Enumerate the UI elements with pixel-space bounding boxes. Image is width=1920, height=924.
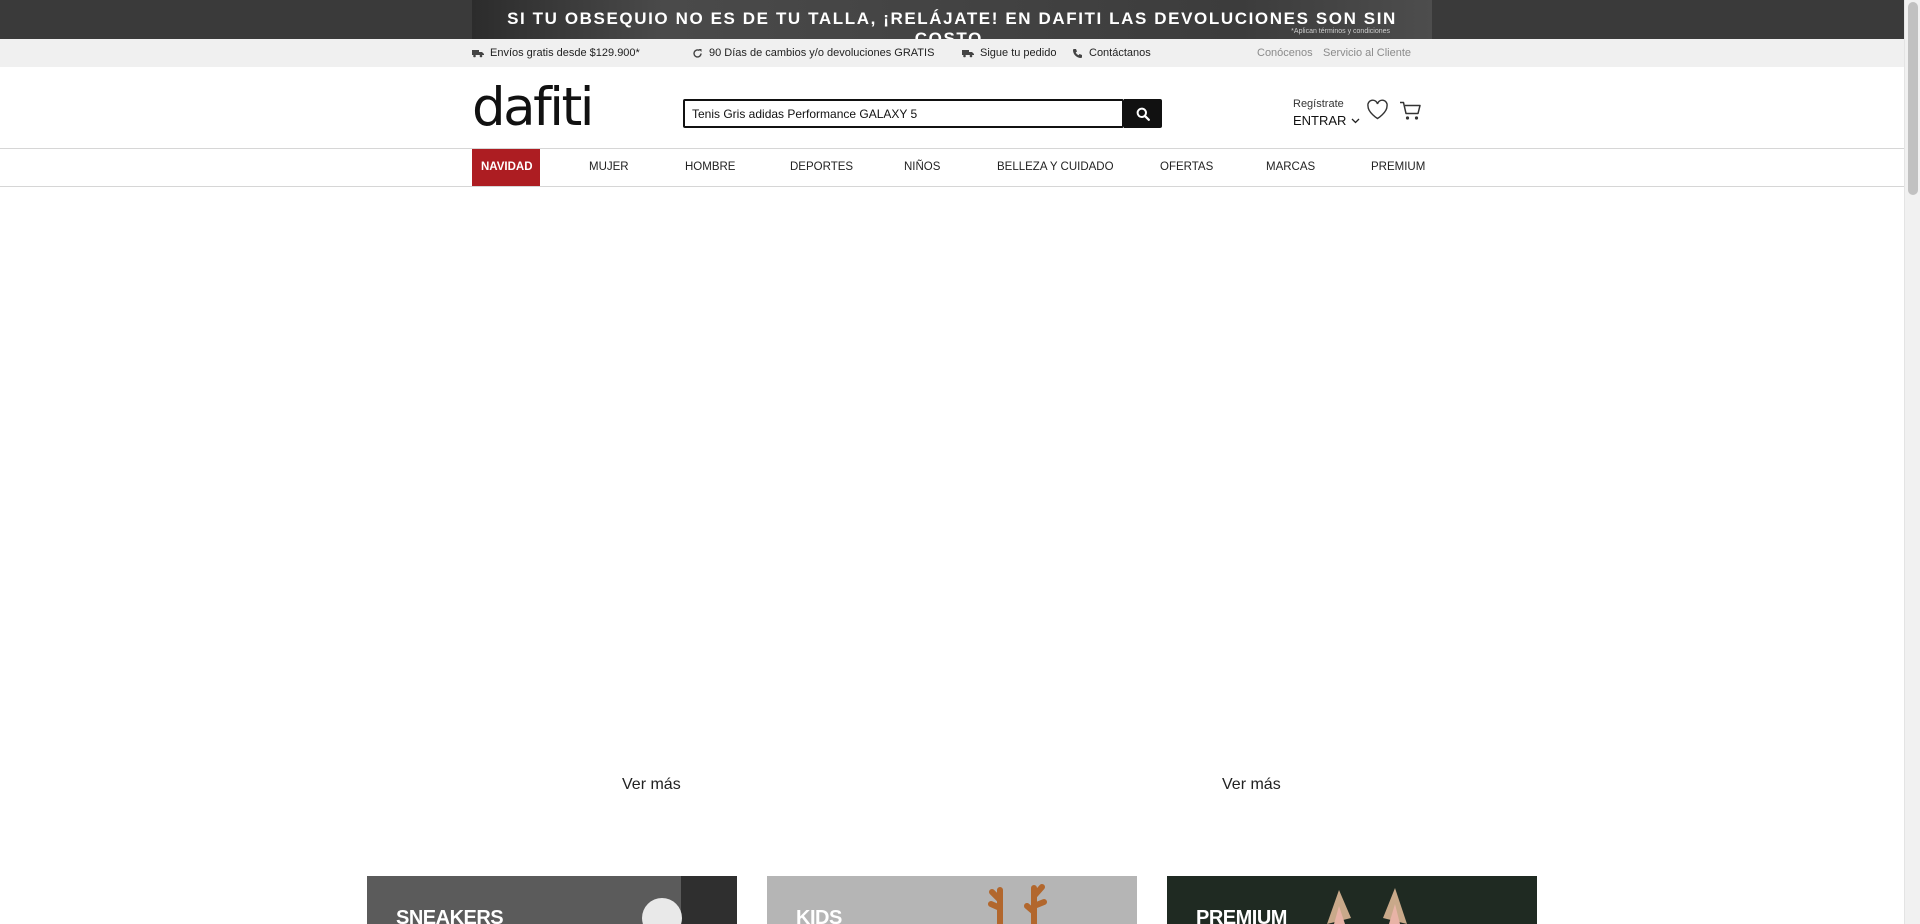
truck-icon bbox=[472, 49, 484, 57]
contact-text: Contáctanos bbox=[1089, 47, 1151, 59]
contact-link[interactable]: Contáctanos bbox=[1072, 47, 1151, 59]
nav-mujer[interactable]: MUJER bbox=[589, 149, 629, 186]
login-dropdown[interactable]: ENTRAR bbox=[1293, 113, 1360, 128]
promo-subtext: *Aplican términos y condiciones bbox=[1291, 28, 1390, 35]
ver-mas-link-left[interactable]: Ver más bbox=[622, 776, 681, 794]
nav-hombre[interactable]: HOMBRE bbox=[685, 149, 735, 186]
dafiti-logo[interactable]: dafiti bbox=[472, 81, 595, 134]
search-button[interactable] bbox=[1124, 99, 1162, 128]
about-link[interactable]: Conócenos bbox=[1257, 47, 1313, 59]
page-scrollbar[interactable] bbox=[1904, 0, 1920, 924]
login-label: ENTRAR bbox=[1293, 113, 1347, 128]
tile-label-sneakers: SNEAKERS bbox=[396, 907, 504, 924]
search-box bbox=[683, 99, 1124, 128]
nav-marcas[interactable]: MARCAS bbox=[1266, 149, 1315, 186]
site-header: dafiti Regístrate ENTRAR bbox=[0, 67, 1904, 149]
main-nav: NAVIDAD MUJER HOMBRE DEPORTES NIÑOS BELL… bbox=[0, 149, 1904, 187]
chevron-down-icon bbox=[1351, 118, 1360, 123]
promo-banner[interactable]: SI TU OBSEQUIO NO ES DE TU TALLA, ¡RELÁJ… bbox=[0, 0, 1904, 39]
tile-label-premium: PREMIUM bbox=[1196, 907, 1287, 924]
tracking-link[interactable]: Sigue tu pedido bbox=[962, 47, 1056, 59]
customer-service-link[interactable]: Servicio al Cliente bbox=[1323, 47, 1411, 59]
returns-text: 90 Días de cambios y/o devoluciones GRAT… bbox=[709, 47, 935, 59]
promo-text: SI TU OBSEQUIO NO ES DE TU TALLA, ¡RELÁJ… bbox=[507, 9, 1397, 39]
phone-icon bbox=[1073, 48, 1082, 58]
search-icon bbox=[1136, 107, 1150, 121]
scrollbar-thumb[interactable] bbox=[1908, 2, 1918, 195]
shipping-info[interactable]: Envíos gratis desde $129.900* bbox=[472, 47, 640, 59]
promo-banner-image[interactable]: SI TU OBSEQUIO NO ES DE TU TALLA, ¡RELÁJ… bbox=[472, 0, 1432, 39]
ver-mas-link-right[interactable]: Ver más bbox=[1222, 776, 1281, 794]
tile-product-image bbox=[642, 898, 682, 924]
nav-navidad[interactable]: NAVIDAD bbox=[472, 149, 540, 186]
category-tile-sneakers[interactable]: SNEAKERS bbox=[367, 876, 737, 924]
search-input[interactable] bbox=[685, 101, 1122, 126]
info-bar: Envíos gratis desde $129.900* 90 Días de… bbox=[0, 39, 1904, 67]
returns-info[interactable]: 90 Días de cambios y/o devoluciones GRAT… bbox=[692, 47, 934, 59]
truck-icon bbox=[962, 49, 974, 57]
register-link[interactable]: Regístrate bbox=[1293, 98, 1344, 110]
shipping-text: Envíos gratis desde $129.900* bbox=[490, 47, 640, 59]
category-tile-premium[interactable]: PREMIUM bbox=[1167, 876, 1537, 924]
refresh-icon bbox=[693, 48, 702, 58]
nav-deportes[interactable]: DEPORTES bbox=[790, 149, 853, 186]
nav-ofertas[interactable]: OFERTAS bbox=[1160, 149, 1213, 186]
nav-premium[interactable]: PREMIUM bbox=[1371, 149, 1425, 186]
dog-photo-image bbox=[1327, 888, 1407, 924]
tile-background-shape bbox=[681, 876, 737, 924]
cart-icon bbox=[1400, 101, 1421, 120]
cart-button[interactable] bbox=[1399, 101, 1422, 126]
category-tile-kids[interactable]: KIDS bbox=[767, 876, 1137, 924]
nav-ninos[interactable]: NIÑOS bbox=[904, 149, 940, 186]
heart-icon bbox=[1367, 99, 1388, 120]
tracking-text: Sigue tu pedido bbox=[980, 47, 1057, 59]
antler-decoration-image bbox=[988, 884, 1047, 924]
tile-label-kids: KIDS bbox=[796, 907, 842, 924]
wishlist-button[interactable] bbox=[1366, 99, 1389, 125]
nav-belleza[interactable]: BELLEZA Y CUIDADO bbox=[997, 149, 1114, 186]
